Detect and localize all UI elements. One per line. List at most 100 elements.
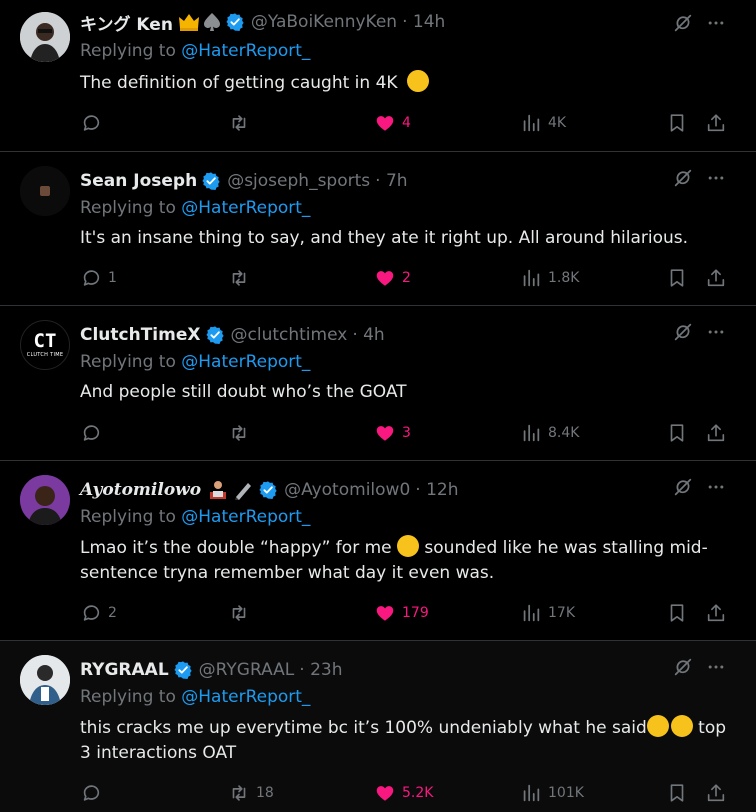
bookmark-button[interactable] — [666, 421, 688, 445]
more-options-icon[interactable] — [706, 13, 726, 33]
username[interactable]: @RYGRAAL — [199, 660, 295, 680]
more-options-icon[interactable] — [706, 657, 726, 677]
share-button[interactable] — [705, 111, 727, 135]
views-button[interactable]: 17K — [520, 601, 575, 625]
tweet-text-part-1: Lmao it’s the double “happy” for me — [80, 538, 392, 558]
share-button[interactable] — [705, 781, 727, 805]
replying-to-label: Replying to — [80, 198, 182, 218]
reply-tweet[interactable]: キング Ken @YaBoiKennyKen · 14h Replying to… — [0, 0, 756, 152]
views-icon — [520, 267, 542, 289]
grok-icon[interactable] — [672, 167, 694, 189]
like-button[interactable]: 3 — [374, 421, 411, 445]
reply-button[interactable] — [80, 111, 108, 135]
views-button[interactable]: 101K — [520, 781, 584, 805]
retweet-button[interactable] — [228, 601, 256, 625]
avatar[interactable] — [20, 655, 70, 705]
like-count: 4 — [402, 115, 411, 131]
grok-icon[interactable] — [672, 476, 694, 498]
username[interactable]: @clutchtimex — [231, 325, 348, 345]
grok-icon[interactable] — [672, 321, 694, 343]
avatar-logo-text: CT — [33, 330, 57, 352]
username[interactable]: @sjoseph_sports — [227, 171, 370, 191]
views-icon — [520, 422, 542, 444]
reply-tweet[interactable]: RYGRAAL @RYGRAAL · 23h Replying to @Hate… — [0, 641, 756, 812]
reply-icon — [80, 422, 102, 444]
rofl-emoji-icon — [403, 66, 433, 96]
share-button[interactable] — [705, 266, 727, 290]
tweet-text: Lmao it’s the double “happy” for me soun… — [80, 535, 726, 586]
more-options-icon[interactable] — [706, 322, 726, 342]
timestamp[interactable]: · 14h — [402, 12, 445, 32]
replying-to-link[interactable]: @HaterReport_ — [181, 507, 310, 527]
grok-icon[interactable] — [672, 12, 694, 34]
reply-tweet[interactable]: Sean Joseph @sjoseph_sports · 7h Replyin… — [0, 152, 756, 306]
like-button[interactable]: 179 — [374, 601, 429, 625]
username[interactable]: @YaBoiKennyKen — [251, 12, 397, 32]
avatar-photo — [20, 475, 70, 525]
reply-button[interactable]: 1 — [80, 266, 117, 290]
views-icon — [520, 602, 542, 624]
retweet-icon — [228, 602, 250, 624]
avatar[interactable] — [20, 12, 70, 62]
replying-to-link[interactable]: @HaterReport_ — [181, 687, 310, 707]
pen-emoji-icon — [235, 483, 252, 500]
share-icon — [705, 422, 727, 444]
tweet-text: this cracks me up everytime bc it’s 100%… — [80, 715, 732, 766]
like-button[interactable]: 2 — [374, 266, 411, 290]
tweet-text: And people still doubt who’s the GOAT — [80, 382, 407, 402]
avatar[interactable] — [20, 475, 70, 525]
reply-icon — [80, 112, 102, 134]
tweet-header: キング Ken @YaBoiKennyKen · 14h — [80, 10, 445, 35]
reply-button[interactable] — [80, 781, 108, 805]
replying-to-link[interactable]: @HaterReport_ — [181, 198, 310, 218]
replying-to: Replying to @HaterReport_ — [80, 352, 310, 372]
retweet-button[interactable] — [228, 266, 256, 290]
retweet-button[interactable]: 18 — [228, 781, 274, 805]
display-name[interactable]: Ayotomilowo — [80, 480, 201, 500]
more-options-icon[interactable] — [706, 477, 726, 497]
display-name[interactable]: キング Ken — [80, 10, 173, 35]
retweet-button[interactable] — [228, 111, 256, 135]
avatar[interactable]: CT CLUTCH TIME — [20, 320, 70, 370]
heart-icon — [374, 782, 396, 804]
reply-tweet[interactable]: Ayotomilowo @Ayotomilow0 · 12h Replying … — [0, 461, 756, 641]
share-icon — [705, 267, 727, 289]
display-name[interactable]: Sean Joseph — [80, 171, 197, 191]
grok-icon[interactable] — [672, 656, 694, 678]
views-button[interactable]: 8.4K — [520, 421, 579, 445]
share-button[interactable] — [705, 421, 727, 445]
views-button[interactable]: 4K — [520, 111, 566, 135]
reply-button[interactable] — [80, 421, 108, 445]
timestamp[interactable]: · 7h — [375, 171, 407, 191]
retweet-button[interactable] — [228, 421, 256, 445]
retweet-icon — [228, 267, 250, 289]
verified-badge-icon — [201, 171, 221, 191]
timestamp[interactable]: · 4h — [352, 325, 384, 345]
display-name[interactable]: ClutchTimeX — [80, 325, 201, 345]
display-name[interactable]: RYGRAAL — [80, 660, 169, 680]
heart-icon — [374, 602, 396, 624]
bookmark-button[interactable] — [666, 601, 688, 625]
bookmark-button[interactable] — [666, 781, 688, 805]
like-button[interactable]: 5.2K — [374, 781, 433, 805]
bookmark-button[interactable] — [666, 111, 688, 135]
reply-button[interactable]: 2 — [80, 601, 117, 625]
views-icon — [520, 112, 542, 134]
replying-to-link[interactable]: @HaterReport_ — [181, 41, 310, 61]
timestamp[interactable]: · 23h — [299, 660, 342, 680]
tweet-text-part-1: this cracks me up everytime bc it’s 100%… — [80, 718, 647, 738]
avatar-logo-subtext: CLUTCH TIME — [26, 352, 64, 358]
share-button[interactable] — [705, 601, 727, 625]
replying-to-link[interactable]: @HaterReport_ — [181, 352, 310, 372]
reply-tweet[interactable]: CT CLUTCH TIME ClutchTimeX @clutchtimex … — [0, 306, 756, 461]
view-count: 4K — [548, 115, 567, 131]
username[interactable]: @Ayotomilow0 — [284, 480, 410, 500]
views-button[interactable]: 1.8K — [520, 266, 579, 290]
bookmark-icon — [666, 267, 688, 289]
reply-count: 2 — [108, 605, 117, 621]
like-button[interactable]: 4 — [374, 111, 411, 135]
bookmark-button[interactable] — [666, 266, 688, 290]
more-options-icon[interactable] — [706, 168, 726, 188]
avatar[interactable] — [20, 166, 70, 216]
timestamp[interactable]: · 12h — [415, 480, 458, 500]
